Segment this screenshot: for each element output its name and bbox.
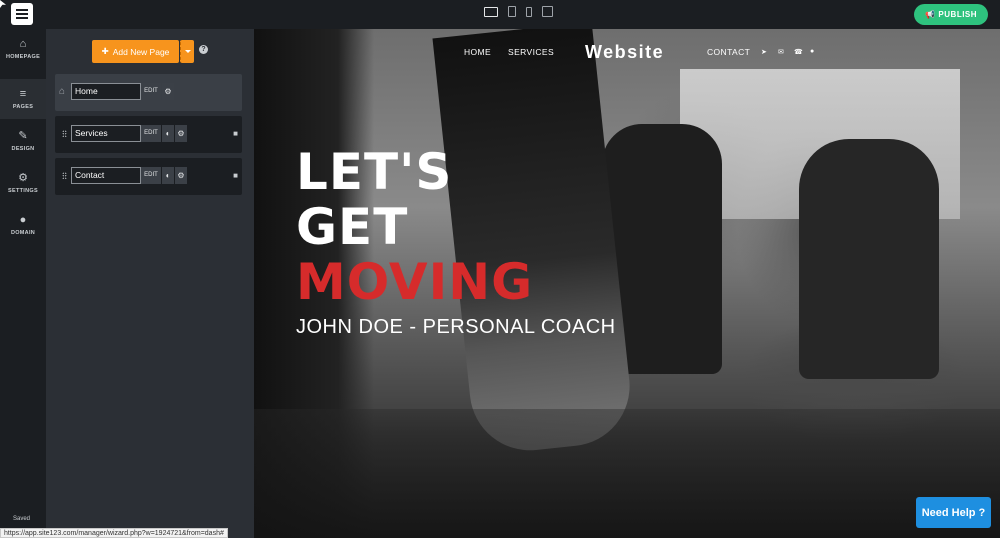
pages-panel: ✚ Add New Page ? ⌂ Home EDIT ⚙ Services … <box>46 29 254 538</box>
hero-section: LET'S GET MOVING JOHN DOE - PERSONAL COA… <box>296 145 616 339</box>
gear-icon[interactable]: ⚙ <box>175 167 187 184</box>
nav-settings-label: SETTINGS <box>8 187 38 194</box>
nav-design-label: DESIGN <box>11 145 35 152</box>
brush-icon: ✎ <box>18 129 28 142</box>
nav-domain[interactable]: ● DOMAIN <box>0 205 46 245</box>
gear-icon[interactable]: ⚙ <box>162 83 174 100</box>
nav-pages-label: PAGES <box>12 103 34 110</box>
save-status: Saved <box>13 516 31 522</box>
hero-title-line: GET <box>296 198 409 256</box>
menu-icon[interactable] <box>11 3 33 25</box>
external-link-icon[interactable] <box>542 6 553 17</box>
hero-title-accent: MOVING <box>296 253 534 311</box>
megaphone-icon: 📢 <box>924 10 936 19</box>
trash-icon[interactable]: ■ <box>233 129 238 138</box>
status-bar-url: https://app.site123.com/manager/wizard.p… <box>0 528 228 538</box>
edit-page-button[interactable]: EDIT <box>141 83 161 100</box>
nav-design[interactable]: ✎ DESIGN <box>0 121 46 161</box>
nav-domain-label: DOMAIN <box>10 229 36 236</box>
publish-label: PUBLISH <box>938 10 978 19</box>
add-new-page-button[interactable]: ✚ Add New Page <box>92 40 179 63</box>
user-icon[interactable]: ● <box>810 48 814 55</box>
publish-button[interactable]: 📢 PUBLISH <box>914 4 988 25</box>
need-help-button[interactable]: Need Help ? <box>916 497 991 528</box>
background-athlete <box>799 139 939 379</box>
nav-pages[interactable]: ≡ PAGES <box>0 79 46 119</box>
page-name-field[interactable]: Home <box>71 83 141 100</box>
location-icon[interactable]: ➤ <box>761 48 767 56</box>
left-nav: ⌂ HOMEPAGE ≡ PAGES ✎ DESIGN ⚙ SETTINGS ●… <box>0 29 46 538</box>
drag-handle-icon[interactable] <box>62 130 67 138</box>
trash-icon[interactable]: ■ <box>233 171 238 180</box>
gear-icon: ⚙ <box>18 171 28 184</box>
palette-icon[interactable]: ◐ <box>162 167 174 184</box>
site-logo[interactable]: Website <box>585 42 664 63</box>
top-bar: 📢 PUBLISH <box>0 0 1000 29</box>
background-floor <box>254 409 1000 538</box>
home-icon: ⌂ <box>19 37 27 50</box>
mail-icon[interactable]: ✉ <box>778 48 784 56</box>
nav-homepage[interactable]: ⌂ HOMEPAGE <box>0 29 46 69</box>
plus-icon: ✚ <box>101 46 109 56</box>
device-preview-switcher <box>484 6 553 17</box>
website-preview[interactable]: HOME SERVICES Website CONTACT ➤ ✉ ☎ ● LE… <box>254 29 1000 538</box>
phone-icon[interactable]: ☎ <box>794 48 803 56</box>
site-nav-home[interactable]: HOME <box>464 47 491 57</box>
nav-homepage-label: HOMEPAGE <box>5 53 41 60</box>
desktop-icon[interactable] <box>484 6 498 17</box>
page-row-services[interactable]: Services EDIT ◐ ⚙ ■ <box>55 116 242 153</box>
palette-icon[interactable]: ◐ <box>162 125 174 142</box>
home-icon: ⌂ <box>59 86 66 97</box>
add-page-dropdown-button[interactable] <box>180 40 194 63</box>
page-row-contact[interactable]: Contact EDIT ◐ ⚙ ■ <box>55 158 242 195</box>
site-navbar: HOME SERVICES Website CONTACT ➤ ✉ ☎ ● <box>254 29 1000 76</box>
mouse-cursor <box>0 0 6 8</box>
drag-handle-icon[interactable] <box>62 172 67 180</box>
tablet-icon[interactable] <box>508 6 516 17</box>
hero-title-line: LET'S <box>296 143 453 201</box>
site-nav-services[interactable]: SERVICES <box>508 47 554 57</box>
page-name-field[interactable]: Services <box>71 125 141 142</box>
gear-icon[interactable]: ⚙ <box>175 125 187 142</box>
page-name-field[interactable]: Contact <box>71 167 141 184</box>
pages-icon: ≡ <box>19 87 27 100</box>
help-icon[interactable]: ? <box>199 45 208 54</box>
globe-icon: ● <box>19 213 27 226</box>
edit-page-button[interactable]: EDIT <box>141 125 161 142</box>
edit-page-button[interactable]: EDIT <box>141 167 161 184</box>
mobile-icon[interactable] <box>526 6 532 17</box>
hero-subtitle: JOHN DOE - PERSONAL COACH <box>296 316 616 338</box>
nav-settings[interactable]: ⚙ SETTINGS <box>0 163 46 203</box>
add-new-page-label: Add New Page <box>112 46 170 57</box>
page-row-home[interactable]: ⌂ Home EDIT ⚙ <box>55 74 242 111</box>
site-nav-contact[interactable]: CONTACT <box>707 47 750 57</box>
